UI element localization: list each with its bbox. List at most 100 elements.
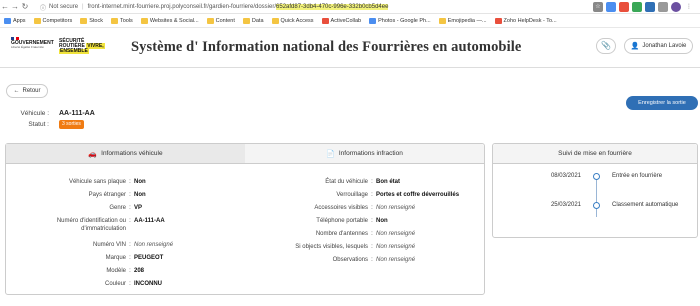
- info-value: Non renseigné: [376, 231, 416, 237]
- url-field[interactable]: ⓘ Not secure | front-internet.mint-fourr…: [40, 1, 600, 13]
- bookmark-folder[interactable]: Websites & Social...: [140, 17, 199, 24]
- info-label: Numéro d'identification ou d'immatricula…: [56, 218, 126, 232]
- folder-icon: [271, 17, 279, 24]
- extension-icons: ☆ ⋮: [593, 2, 694, 12]
- back-button[interactable]: ← Retour: [6, 84, 48, 98]
- bookmark-apps[interactable]: Apps: [4, 17, 26, 24]
- bookmark-folder[interactable]: Competitors: [33, 17, 72, 24]
- timeline-date: 25/03/2021: [550, 202, 581, 208]
- reload-icon[interactable]: ↻: [20, 2, 30, 11]
- info-icon[interactable]: ⓘ: [40, 3, 46, 12]
- extension-icon[interactable]: [645, 2, 655, 12]
- bookmark-link[interactable]: Zoho HelpDesk - To...: [494, 17, 557, 24]
- activecollab-icon: [321, 17, 329, 24]
- info-value: Non: [134, 179, 146, 185]
- info-value: Non renseigné: [134, 242, 174, 248]
- info-value: VP: [134, 205, 143, 211]
- info-row: Numéro d'identification ou d'immatricula…: [20, 217, 165, 233]
- info-value: Portes et coffre déverrouillés: [376, 192, 460, 198]
- timeline-line: [596, 174, 597, 217]
- info-value: Non: [376, 218, 388, 224]
- info-label: Nombre d'antennes: [315, 231, 368, 237]
- colon-separator: :: [129, 255, 131, 261]
- bookmark-folder[interactable]: Content: [206, 17, 235, 24]
- info-row: Modèle:208: [20, 267, 144, 275]
- back-label: Retour: [22, 88, 41, 94]
- star-icon[interactable]: ☆: [593, 2, 603, 12]
- tab-infraction-info[interactable]: 📄 Informations infraction: [245, 144, 484, 163]
- colon-separator: :: [129, 205, 131, 211]
- info-value: INCONNU: [134, 281, 162, 287]
- government-motto: Liberté Égalité Fraternité: [11, 45, 44, 49]
- info-label: Accessoires visibles: [314, 205, 368, 211]
- info-tabs: 🚗 Informations véhicule 📄 Informations i…: [6, 144, 484, 164]
- register-exit-button[interactable]: Enregistrer la sortie: [626, 96, 698, 110]
- forward-arrow-icon[interactable]: →: [10, 2, 20, 11]
- info-row: Nombre d'antennes: Non renseigné: [246, 230, 415, 238]
- app-header: GOUVERNEMENT Liberté Égalité Fraternité …: [0, 28, 700, 68]
- url-prefix: front-internet.mint-fourriere.proj.polyc…: [87, 4, 277, 10]
- back-arrow-icon[interactable]: ←: [0, 2, 10, 11]
- emojipedia-icon: [438, 17, 446, 24]
- bookmark-link[interactable]: Emojipedia —...: [438, 17, 487, 24]
- info-row: Si objects visibles, lesquels: Non rensei…: [246, 243, 415, 251]
- profile-avatar-icon[interactable]: [671, 2, 681, 12]
- info-label: Numéro VIN: [92, 242, 126, 248]
- browser-address-bar: ← → ↻ ⓘ Not secure | front-internet.mint…: [0, 0, 700, 14]
- extension-icon[interactable]: [632, 2, 642, 12]
- info-value: Bon état: [376, 179, 400, 185]
- url-separator: |: [82, 4, 84, 10]
- bookmarks-bar: Apps Competitors Stock Tools Websites & …: [0, 14, 700, 28]
- status-badge: 3 sorties: [59, 120, 84, 129]
- info-row: Genre: VP: [20, 204, 142, 212]
- info-label: Observations: [332, 257, 368, 263]
- zoho-icon: [494, 17, 502, 24]
- colon-separator: :: [371, 244, 373, 250]
- colon-separator: :: [371, 192, 373, 198]
- puzzle-icon[interactable]: [658, 2, 668, 12]
- colon-separator: :: [371, 257, 373, 263]
- info-value: Non renseigné: [376, 257, 416, 263]
- extension-icon[interactable]: [619, 2, 629, 12]
- colon-separator: :: [371, 231, 373, 237]
- bookmark-folder[interactable]: Quick Access: [271, 17, 314, 24]
- bookmark-folder[interactable]: Stock: [80, 17, 103, 24]
- colon-separator: :: [371, 205, 373, 211]
- colon-separator: :: [129, 192, 131, 198]
- colon-separator: :: [129, 242, 131, 248]
- info-label: Si objects visibles, lesquels: [295, 244, 368, 250]
- colon-separator: :: [371, 179, 373, 185]
- securite-routiere-logo: SÉCURITÉ ROUTIÈRE VIVRE, ENSEMBLE: [59, 38, 105, 54]
- colon-separator: :: [129, 281, 131, 287]
- user-menu-button[interactable]: 👤 Jonathan Lavoie: [624, 38, 693, 54]
- timeline-date: 08/03/2021: [550, 173, 581, 179]
- info-value: Non: [134, 192, 146, 198]
- government-logo: GOUVERNEMENT Liberté Égalité Fraternité: [11, 37, 54, 49]
- timeline-dot: [593, 173, 600, 180]
- menu-dots-icon[interactable]: ⋮: [684, 2, 694, 12]
- info-row: Couleur: INCONNU: [20, 280, 162, 288]
- attachment-button[interactable]: 📎: [596, 38, 616, 54]
- info-label: État du véhicule: [325, 179, 368, 185]
- url-highlight: 652afd87-3db4-470c-996e-332b0cb5d4ee: [276, 4, 389, 10]
- info-label: Couleur: [104, 281, 126, 287]
- colon-separator: :: [129, 179, 131, 185]
- bookmark-folder[interactable]: Tools: [110, 17, 133, 24]
- extension-icon[interactable]: [606, 2, 616, 12]
- folder-icon: [140, 17, 148, 24]
- timeline-panel: Suivi de mise en fourrière 08/03/2021 En…: [492, 143, 698, 238]
- info-row: Marque: PEUGEOT: [20, 254, 164, 262]
- info-value: Non renseigné: [376, 205, 416, 211]
- vehicle-label: Véhicule :: [20, 110, 49, 117]
- colon-separator: :: [371, 218, 373, 224]
- security-label: Not secure: [49, 4, 79, 10]
- bookmark-link[interactable]: ActiveCollab: [321, 17, 361, 24]
- paperclip-icon: 📎: [601, 41, 611, 50]
- bookmark-folder[interactable]: Data: [242, 17, 264, 24]
- status-label: Statut :: [28, 121, 49, 128]
- info-panel: 🚗 Informations véhicule 📄 Informations i…: [5, 143, 485, 295]
- info-label: Pays étranger: [88, 192, 126, 198]
- bookmark-link[interactable]: Photos - Google Ph...: [369, 17, 431, 24]
- tab-vehicle-info[interactable]: 🚗 Informations véhicule: [6, 144, 245, 163]
- google-photos-icon: [369, 17, 377, 24]
